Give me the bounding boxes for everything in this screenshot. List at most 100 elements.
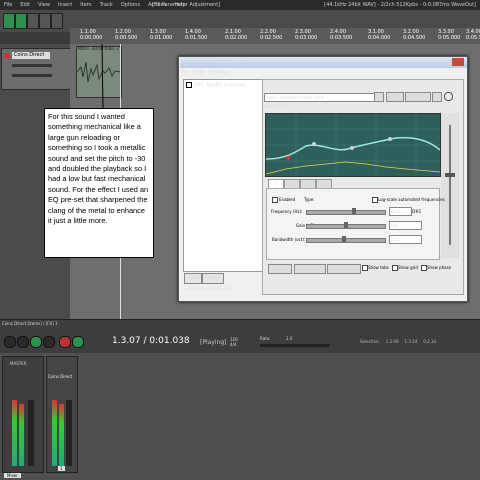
pause-icon[interactable] (43, 336, 55, 348)
add-fx-button[interactable]: Add (184, 273, 202, 284)
param-button[interactable]: Param (386, 92, 404, 102)
toolbar-button[interactable] (3, 13, 15, 29)
ruler-mark: 3.2.00 0:04.500 (403, 29, 426, 41)
toolbar-button[interactable] (15, 13, 27, 29)
menu-insert[interactable]: Insert (58, 0, 72, 10)
fx-chain-item[interactable]: VST: ReaEQ (Cockos) (186, 82, 246, 89)
io-button[interactable]: 2 in 2 out (405, 92, 431, 102)
master-fader[interactable] (28, 400, 34, 466)
gain-value: 0.0 (444, 251, 451, 256)
preset-add-button[interactable]: + (374, 92, 384, 102)
bandwidth-value[interactable]: 2.50 (389, 235, 422, 244)
record-icon[interactable] (59, 336, 71, 348)
menu-view[interactable]: View (38, 0, 50, 10)
add-band-button[interactable]: Add band (268, 264, 292, 274)
fx-menu-edit[interactable]: Edit (193, 70, 203, 76)
ruler-mark: 2.4.00 0:03.500 (330, 29, 353, 41)
frequency-label: Frequency (Hz): (271, 209, 303, 214)
ui-button[interactable]: UI (432, 92, 442, 102)
show-grid-label: Show grid (398, 265, 418, 270)
enabled-label: Enabled (279, 197, 296, 202)
strip-meter (52, 400, 57, 466)
fx-window-title[interactable]: FX: Track 1 "Coins Direct" (180, 57, 467, 68)
bypass-icon[interactable] (444, 92, 453, 101)
gain-label: Gain (444, 114, 454, 119)
remove-fx-button[interactable]: Remove (202, 273, 224, 284)
menu-file[interactable]: File (4, 0, 12, 10)
band-handle[interactable] (286, 156, 290, 160)
type-label: Type: (304, 197, 315, 202)
band-handle[interactable] (388, 137, 392, 141)
bandwidth-slider[interactable] (306, 238, 386, 243)
ruler-mark: 1.4.00 0:01.500 (185, 29, 208, 41)
toolbar-button[interactable] (39, 13, 51, 29)
menu-options[interactable]: Options (121, 0, 140, 10)
remove-band-button[interactable]: Remove band (294, 264, 326, 274)
checkbox-icon[interactable] (186, 82, 192, 88)
frequency-slider[interactable] (306, 210, 386, 215)
bandwidth-label: Bandwidth (oct): (272, 237, 306, 242)
ruler-mark: 2.2.00 0:02.500 (260, 29, 283, 41)
band-handle[interactable] (312, 142, 316, 146)
master-meter (19, 404, 24, 466)
strip-name: Coins Direct (47, 374, 73, 379)
frequency-value[interactable]: 80.0 (389, 207, 412, 216)
menu-edit[interactable]: Edit (20, 0, 30, 10)
rate-slider[interactable] (260, 344, 330, 347)
transport-bar (0, 319, 480, 354)
ruler-mark: 3.3.00 0:05.000 (438, 29, 461, 41)
eq-graph[interactable] (265, 113, 441, 177)
reset-defaults-button[interactable]: Reset defaults (327, 264, 361, 274)
fx-menu-options[interactable]: Options (209, 70, 228, 76)
window-title: [FX Parameter Adjustment] (152, 2, 221, 8)
strip-meter (59, 404, 64, 466)
pan-slider[interactable] (12, 74, 52, 77)
show-tabs-label: Show tabs (368, 265, 389, 270)
go-start-icon[interactable] (4, 336, 16, 348)
log-scale-label: Log-scale automated frequencies (378, 197, 445, 202)
mixer-tab[interactable]: Mixer (4, 473, 21, 478)
annotation-callout: For this sound I wanted something mechan… (44, 108, 154, 258)
bpm-display[interactable]: 120 4/4 (230, 337, 238, 347)
transport-track-label: Coins Direct [items] / [FX] 1 (2, 321, 58, 326)
audio-status: [44.1kHz 24bit WAV] - 2/2ch 512Kpbs - 0:… (324, 2, 476, 8)
time-display: 1.3.07 / 0:01.038 (112, 336, 190, 346)
ruler-mark: 2.3.00 0:03.000 (295, 29, 318, 41)
ruler-mark: 1.3.00 0:01.000 (150, 29, 173, 41)
gain-knob[interactable] (445, 173, 455, 177)
play-icon[interactable] (30, 336, 42, 348)
strip-number: 1 (58, 466, 65, 471)
timeline-ruler[interactable]: 1.1.00 0:00.000 1.2.00 0:00.500 1.3.00 0:01… (70, 28, 480, 45)
volume-slider[interactable] (12, 64, 52, 67)
gain-slider[interactable] (449, 125, 451, 245)
fx-menu: FX Edit Options (181, 70, 228, 76)
enabled-checkbox[interactable] (272, 197, 278, 203)
menu-track[interactable]: Track (100, 0, 113, 10)
track-name-field[interactable]: Coins Direct (12, 52, 50, 59)
fx-menu-fx[interactable]: FX (181, 70, 187, 76)
callout-pointer (101, 44, 104, 109)
frequency-knob[interactable] (352, 208, 356, 214)
band-handle[interactable] (350, 146, 354, 150)
stop-icon[interactable] (17, 336, 29, 348)
close-icon[interactable] (452, 58, 464, 66)
preset-select[interactable]: stock - Intimate female vocal (264, 93, 375, 102)
ruler-mark: 1.2.00 0:00.500 (115, 29, 138, 41)
play-state: [Playing] (200, 339, 227, 346)
gain-db-value[interactable]: 0.0 (389, 221, 422, 230)
rate-label: Rate: (260, 336, 271, 341)
toolbar-button[interactable] (51, 13, 63, 29)
gain-db-knob[interactable] (344, 222, 348, 228)
toolbar-button[interactable] (27, 13, 39, 29)
eq-curve (265, 114, 441, 176)
strip-fader[interactable] (66, 400, 72, 466)
bandwidth-knob[interactable] (342, 236, 346, 242)
ruler-mark: 1.1.00 0:00.000 (80, 29, 103, 41)
record-arm-button[interactable] (4, 53, 10, 59)
fx-chain-list[interactable] (183, 79, 263, 272)
title-bar: File Edit View Insert Item Track Options… (0, 0, 480, 10)
gain-column (441, 113, 459, 258)
master-label: MASTER (10, 361, 27, 366)
menu-item[interactable]: Item (80, 0, 91, 10)
repeat-icon[interactable] (72, 336, 84, 348)
